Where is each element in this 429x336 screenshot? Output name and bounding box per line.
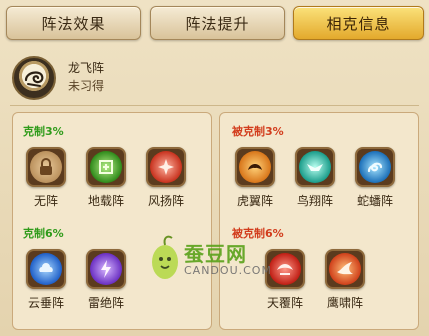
restrains-panel: 克制3% 无阵 地载阵 风扬阵 克制6% 云垂阵 雷绝阵 [12, 112, 212, 330]
watermark-subtext: CANDOU.COM [184, 264, 272, 277]
thunder-emblem-icon [86, 249, 126, 289]
formation-item-label: 蛇蟠阵 [356, 194, 393, 208]
restrained-by-panel: 被克制3% 虎翼阵 鸟翔阵 蛇蟠阵 被克制6% 天覆阵 鹰啸阵 [219, 112, 419, 330]
formation-item[interactable]: 雷绝阵 [79, 249, 133, 311]
formation-name: 龙飞阵 [68, 61, 105, 75]
formation-item-label: 风扬阵 [147, 194, 184, 208]
formation-item[interactable]: 无阵 [19, 147, 73, 209]
lock-icon [26, 147, 66, 187]
formation-item-label: 虎翼阵 [236, 194, 273, 208]
formation-item[interactable]: 云垂阵 [19, 249, 73, 311]
tab-formation-upgrade[interactable]: 阵法提升 [150, 6, 285, 40]
eagle-emblem-icon [325, 249, 365, 289]
tab-formation-effect[interactable]: 阵法效果 [6, 6, 141, 40]
formation-item[interactable]: 虎翼阵 [228, 147, 282, 209]
formation-item[interactable]: 鸟翔阵 [288, 147, 342, 209]
wind-emblem-icon [146, 147, 186, 187]
formation-status: 未习得 [68, 79, 105, 93]
formation-item-label: 云垂阵 [27, 296, 64, 310]
formation-header: 龙飞阵 未习得 [10, 50, 419, 106]
tab-restraint-info[interactable]: 相克信息 [293, 6, 424, 40]
formation-item-label: 地载阵 [87, 194, 124, 208]
restrain-3-label: 克制3% [23, 125, 64, 138]
cloud-emblem-icon [26, 249, 66, 289]
formation-item-label: 鹰啸阵 [326, 296, 363, 310]
watermark-text: 蚕豆网 [184, 242, 247, 266]
watermark: 蚕豆网 CANDOU.COM [148, 232, 271, 292]
snake-emblem-icon [355, 147, 395, 187]
dragon-emblem-icon [12, 56, 56, 100]
tiger-emblem-icon [235, 147, 275, 187]
formation-item[interactable]: 风扬阵 [139, 147, 193, 209]
earth-emblem-icon [86, 147, 126, 187]
formation-item[interactable]: 地载阵 [79, 147, 133, 209]
formation-item-label: 无阵 [33, 194, 58, 208]
formation-item-label: 天覆阵 [266, 296, 303, 310]
formation-window: 阵法效果 阵法提升 相克信息 龙飞阵 未习得 克制3% 无阵 地载阵 风扬阵 克… [0, 0, 429, 336]
restrained-3-label: 被克制3% [232, 125, 284, 138]
formation-item[interactable]: 蛇蟠阵 [348, 147, 402, 209]
formation-item-label: 鸟翔阵 [296, 194, 333, 208]
bird-emblem-icon [295, 147, 335, 187]
bean-mascot-icon [152, 235, 178, 279]
restrain-6-label: 克制6% [23, 227, 64, 240]
formation-item-label: 雷绝阵 [87, 296, 124, 310]
formation-item[interactable]: 鹰啸阵 [318, 249, 372, 311]
